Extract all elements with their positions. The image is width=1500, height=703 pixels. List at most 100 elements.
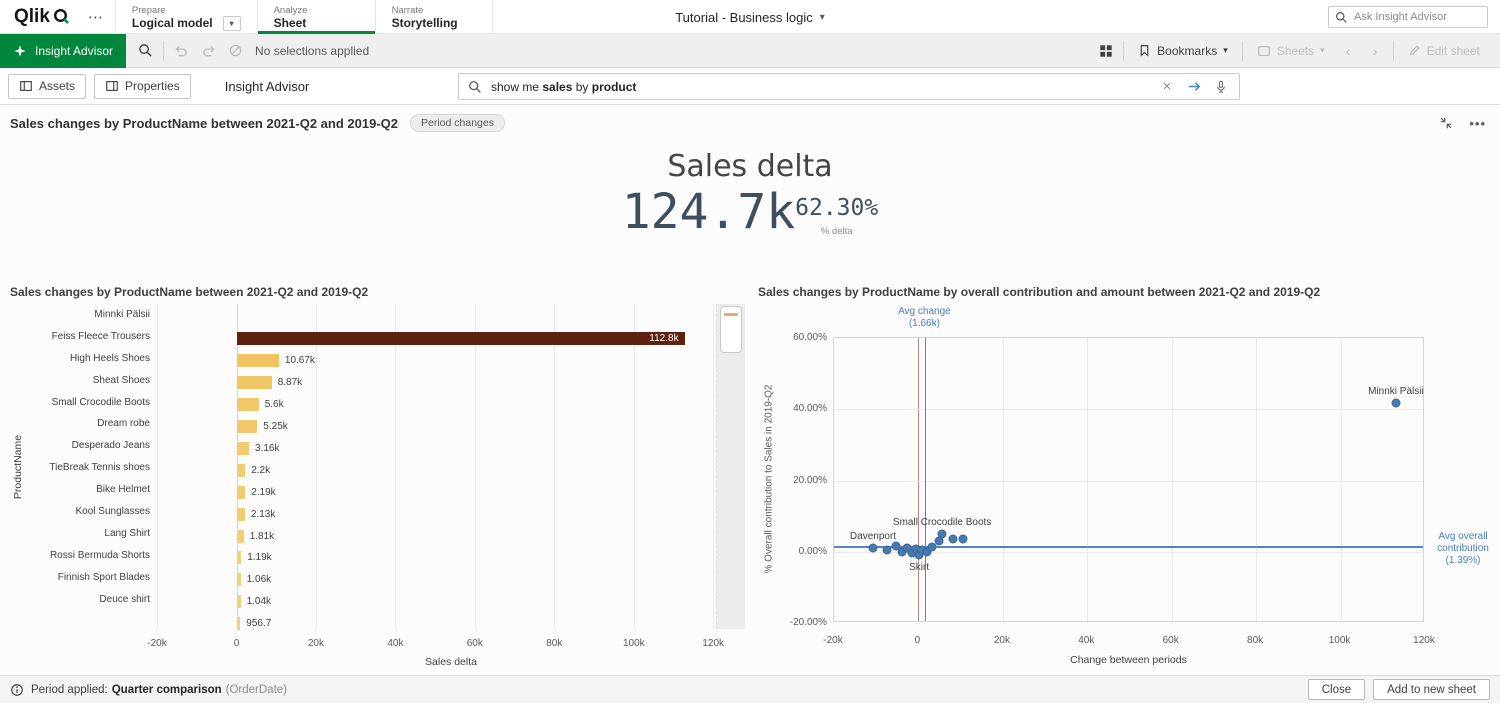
category-label[interactable]: Bike Helmet	[0, 484, 150, 495]
edit-sheet-button[interactable]: Edit sheet	[1398, 44, 1490, 58]
category-label[interactable]: Minnki Pälsii	[0, 309, 150, 320]
ask-insight-advisor-input[interactable]: Ask Insight Advisor	[1328, 6, 1488, 28]
insight-menu-icon[interactable]: •••	[1469, 116, 1486, 131]
category-label[interactable]: Sheat Shoes	[0, 375, 150, 386]
bar-chart-x-axis-title: Sales delta	[157, 656, 745, 668]
sheets-button[interactable]: Sheets ▾	[1247, 44, 1335, 58]
bar[interactable]	[237, 617, 241, 630]
x-tick-label: 40k	[370, 638, 420, 649]
scatter-point[interactable]	[949, 534, 958, 543]
scatter-point[interactable]	[883, 546, 892, 555]
divider	[1393, 41, 1394, 61]
category-label[interactable]: Small Crocodile Boots	[0, 397, 150, 408]
scatter-point[interactable]	[869, 544, 878, 553]
bar[interactable]	[237, 376, 272, 389]
category-label[interactable]: Kool Sunglasses	[0, 506, 150, 517]
pencil-icon	[1408, 44, 1421, 57]
category-label[interactable]: Dream robe	[0, 418, 150, 429]
bar[interactable]	[237, 573, 241, 586]
y-tick-label: 20.00%	[771, 475, 827, 486]
period-changes-badge: Period changes	[410, 114, 505, 132]
gridline	[918, 338, 919, 621]
category-label[interactable]: Feiss Fleece Trousers	[0, 331, 150, 342]
clear-selections-icon[interactable]	[222, 37, 249, 64]
sheet-icon	[1257, 44, 1271, 58]
scatter-chart: Sales changes by ProductName by overall …	[755, 280, 1500, 675]
bar-chart: Sales changes by ProductName between 202…	[0, 280, 750, 675]
point-label: Skirt	[909, 562, 929, 573]
bar-value-label: 10.67k	[285, 355, 315, 366]
bar[interactable]	[237, 464, 246, 477]
collapse-icon[interactable]	[1439, 116, 1453, 130]
scrollbar-thumb[interactable]	[720, 306, 742, 353]
smart-search-icon[interactable]	[132, 37, 159, 64]
bar[interactable]	[237, 354, 279, 367]
nav-narrate[interactable]: Narrate Storytelling	[375, 0, 493, 34]
x-tick-label: 100k	[1315, 635, 1365, 646]
bar[interactable]	[237, 442, 250, 455]
next-sheet-icon[interactable]: ›	[1362, 37, 1389, 64]
x-tick-label: 100k	[609, 638, 659, 649]
step-back-icon[interactable]	[168, 37, 195, 64]
insight-card: Sales changes by ProductName between 202…	[0, 105, 1500, 675]
voice-input-icon[interactable]	[1212, 80, 1230, 94]
bar[interactable]	[237, 595, 241, 608]
bar[interactable]	[237, 420, 258, 433]
category-label[interactable]: Lang Shirt	[0, 528, 150, 539]
insight-advisor-icon	[13, 44, 27, 58]
gridline	[157, 304, 158, 629]
chart-scrollbar[interactable]	[716, 304, 745, 629]
bar[interactable]	[237, 530, 244, 543]
insight-advisor-button[interactable]: Insight Advisor	[0, 34, 126, 68]
scatter-point[interactable]	[938, 529, 947, 538]
insight-advisor-button-label: Insight Advisor	[35, 44, 113, 58]
assets-button[interactable]: Assets	[8, 74, 86, 99]
bar[interactable]	[237, 551, 242, 564]
app-title-dropdown[interactable]: Tutorial - Business logic ▾	[675, 0, 825, 34]
sheets-label: Sheets	[1277, 44, 1314, 58]
previous-sheet-icon[interactable]: ‹	[1335, 37, 1362, 64]
bar[interactable]	[237, 508, 246, 521]
category-label[interactable]: High Heels Shoes	[0, 353, 150, 364]
insight-advisor-heading: Insight Advisor	[225, 79, 310, 94]
bar[interactable]	[237, 332, 685, 345]
nav-analyze[interactable]: Analyze Sheet	[257, 0, 375, 34]
scatter-plot[interactable]: DavenportSkirtSmall Crocodile BootsMinnk…	[833, 337, 1424, 622]
x-tick-label: 0	[892, 635, 942, 646]
category-label[interactable]: Finnish Sport Blades	[0, 572, 150, 583]
logical-model-dropdown[interactable]: ▾	[223, 16, 241, 31]
x-tick-label: 20k	[977, 635, 1027, 646]
properties-button[interactable]: Properties	[94, 74, 191, 99]
bar-value-label: 5.6k	[265, 399, 284, 410]
bookmarks-button[interactable]: Bookmarks ▾	[1128, 44, 1238, 58]
step-forward-icon[interactable]	[195, 37, 222, 64]
y-tick-label: 60.00%	[771, 332, 827, 343]
scatter-point[interactable]	[1391, 398, 1400, 407]
category-label[interactable]: TieBreak Tennis shoes	[0, 462, 150, 473]
query-text[interactable]: show me sales by product	[491, 80, 1149, 94]
category-label[interactable]: Deuce shirt	[0, 594, 150, 605]
gridline	[395, 304, 396, 629]
qlik-logo[interactable]: Qlik	[0, 6, 78, 28]
close-button[interactable]: Close	[1308, 679, 1365, 700]
query-input[interactable]: show me sales by product ✕	[458, 73, 1240, 100]
bar-value-label: 8.87k	[278, 377, 302, 388]
gridline	[1003, 338, 1004, 621]
overflow-menu-icon[interactable]: ⋯	[78, 8, 115, 26]
submit-query-icon[interactable]	[1185, 79, 1203, 94]
bar[interactable]	[237, 486, 246, 499]
nav-prepare[interactable]: Prepare Logical model ▾	[115, 0, 257, 34]
clear-query-icon[interactable]: ✕	[1158, 80, 1176, 93]
category-label[interactable]: Desperado Jeans	[0, 440, 150, 451]
category-label[interactable]: Rossi Bermuda Shorts	[0, 550, 150, 561]
x-tick-label: 20k	[291, 638, 341, 649]
add-to-new-sheet-button[interactable]: Add to new sheet	[1373, 679, 1490, 700]
scatter-point[interactable]	[959, 534, 968, 543]
kpi-visualization[interactable]: Sales delta 124.7k 62.30% % delta	[0, 149, 1500, 237]
bar[interactable]	[237, 398, 259, 411]
point-label: Minnki Pälsii	[1368, 386, 1424, 397]
point-label: Small Crocodile Boots	[893, 517, 991, 528]
bar-chart-plot[interactable]: 112.8k10.67k8.87k5.6k5.25k3.16k2.2k2.19k…	[157, 304, 745, 629]
insights-grid-icon[interactable]	[1092, 37, 1119, 64]
kpi-value: 124.7k	[622, 187, 795, 237]
